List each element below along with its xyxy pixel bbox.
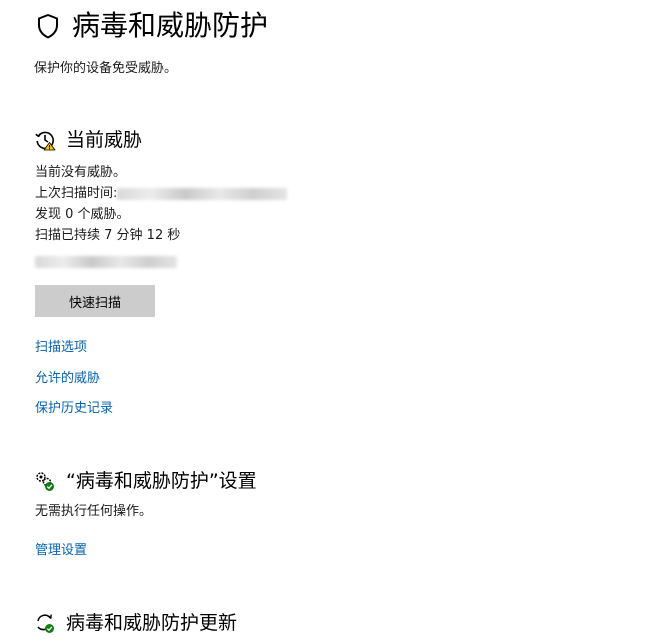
scan-duration-text: 扫描已持续 7 分钟 12 秒 xyxy=(35,228,181,243)
history-warning-icon xyxy=(34,129,56,151)
threats-found-text: 发现 0 个威胁。 xyxy=(35,207,130,222)
shield-icon xyxy=(34,12,62,40)
redacted-scan-time xyxy=(117,187,288,200)
no-threats-text: 当前没有威胁。 xyxy=(35,165,127,180)
scan-options-link[interactable]: 扫描选项 xyxy=(35,339,87,357)
allowed-threats-link[interactable]: 允许的威胁 xyxy=(35,370,100,388)
last-scan-line: 上次扫描时间: xyxy=(35,185,288,203)
page-subtitle: 保护你的设备免受威胁。 xyxy=(34,61,178,76)
page-title: 病毒和威胁防护 xyxy=(72,9,269,42)
settings-status-text: 无需执行任何操作。 xyxy=(35,504,153,519)
quick-scan-button[interactable]: 快速扫描 xyxy=(35,285,155,317)
redacted-line xyxy=(35,251,177,270)
updates-heading: 病毒和威胁防护更新 xyxy=(66,612,238,634)
manage-settings-link[interactable]: 管理设置 xyxy=(35,542,87,560)
last-scan-label: 上次扫描时间: xyxy=(35,186,118,201)
settings-heading: “病毒和威胁防护”设置 xyxy=(66,470,257,492)
protection-history-link[interactable]: 保护历史记录 xyxy=(35,400,113,418)
settings-gears-icon xyxy=(34,470,56,492)
current-threats-heading: 当前威胁 xyxy=(66,129,143,151)
refresh-check-icon xyxy=(34,612,56,634)
